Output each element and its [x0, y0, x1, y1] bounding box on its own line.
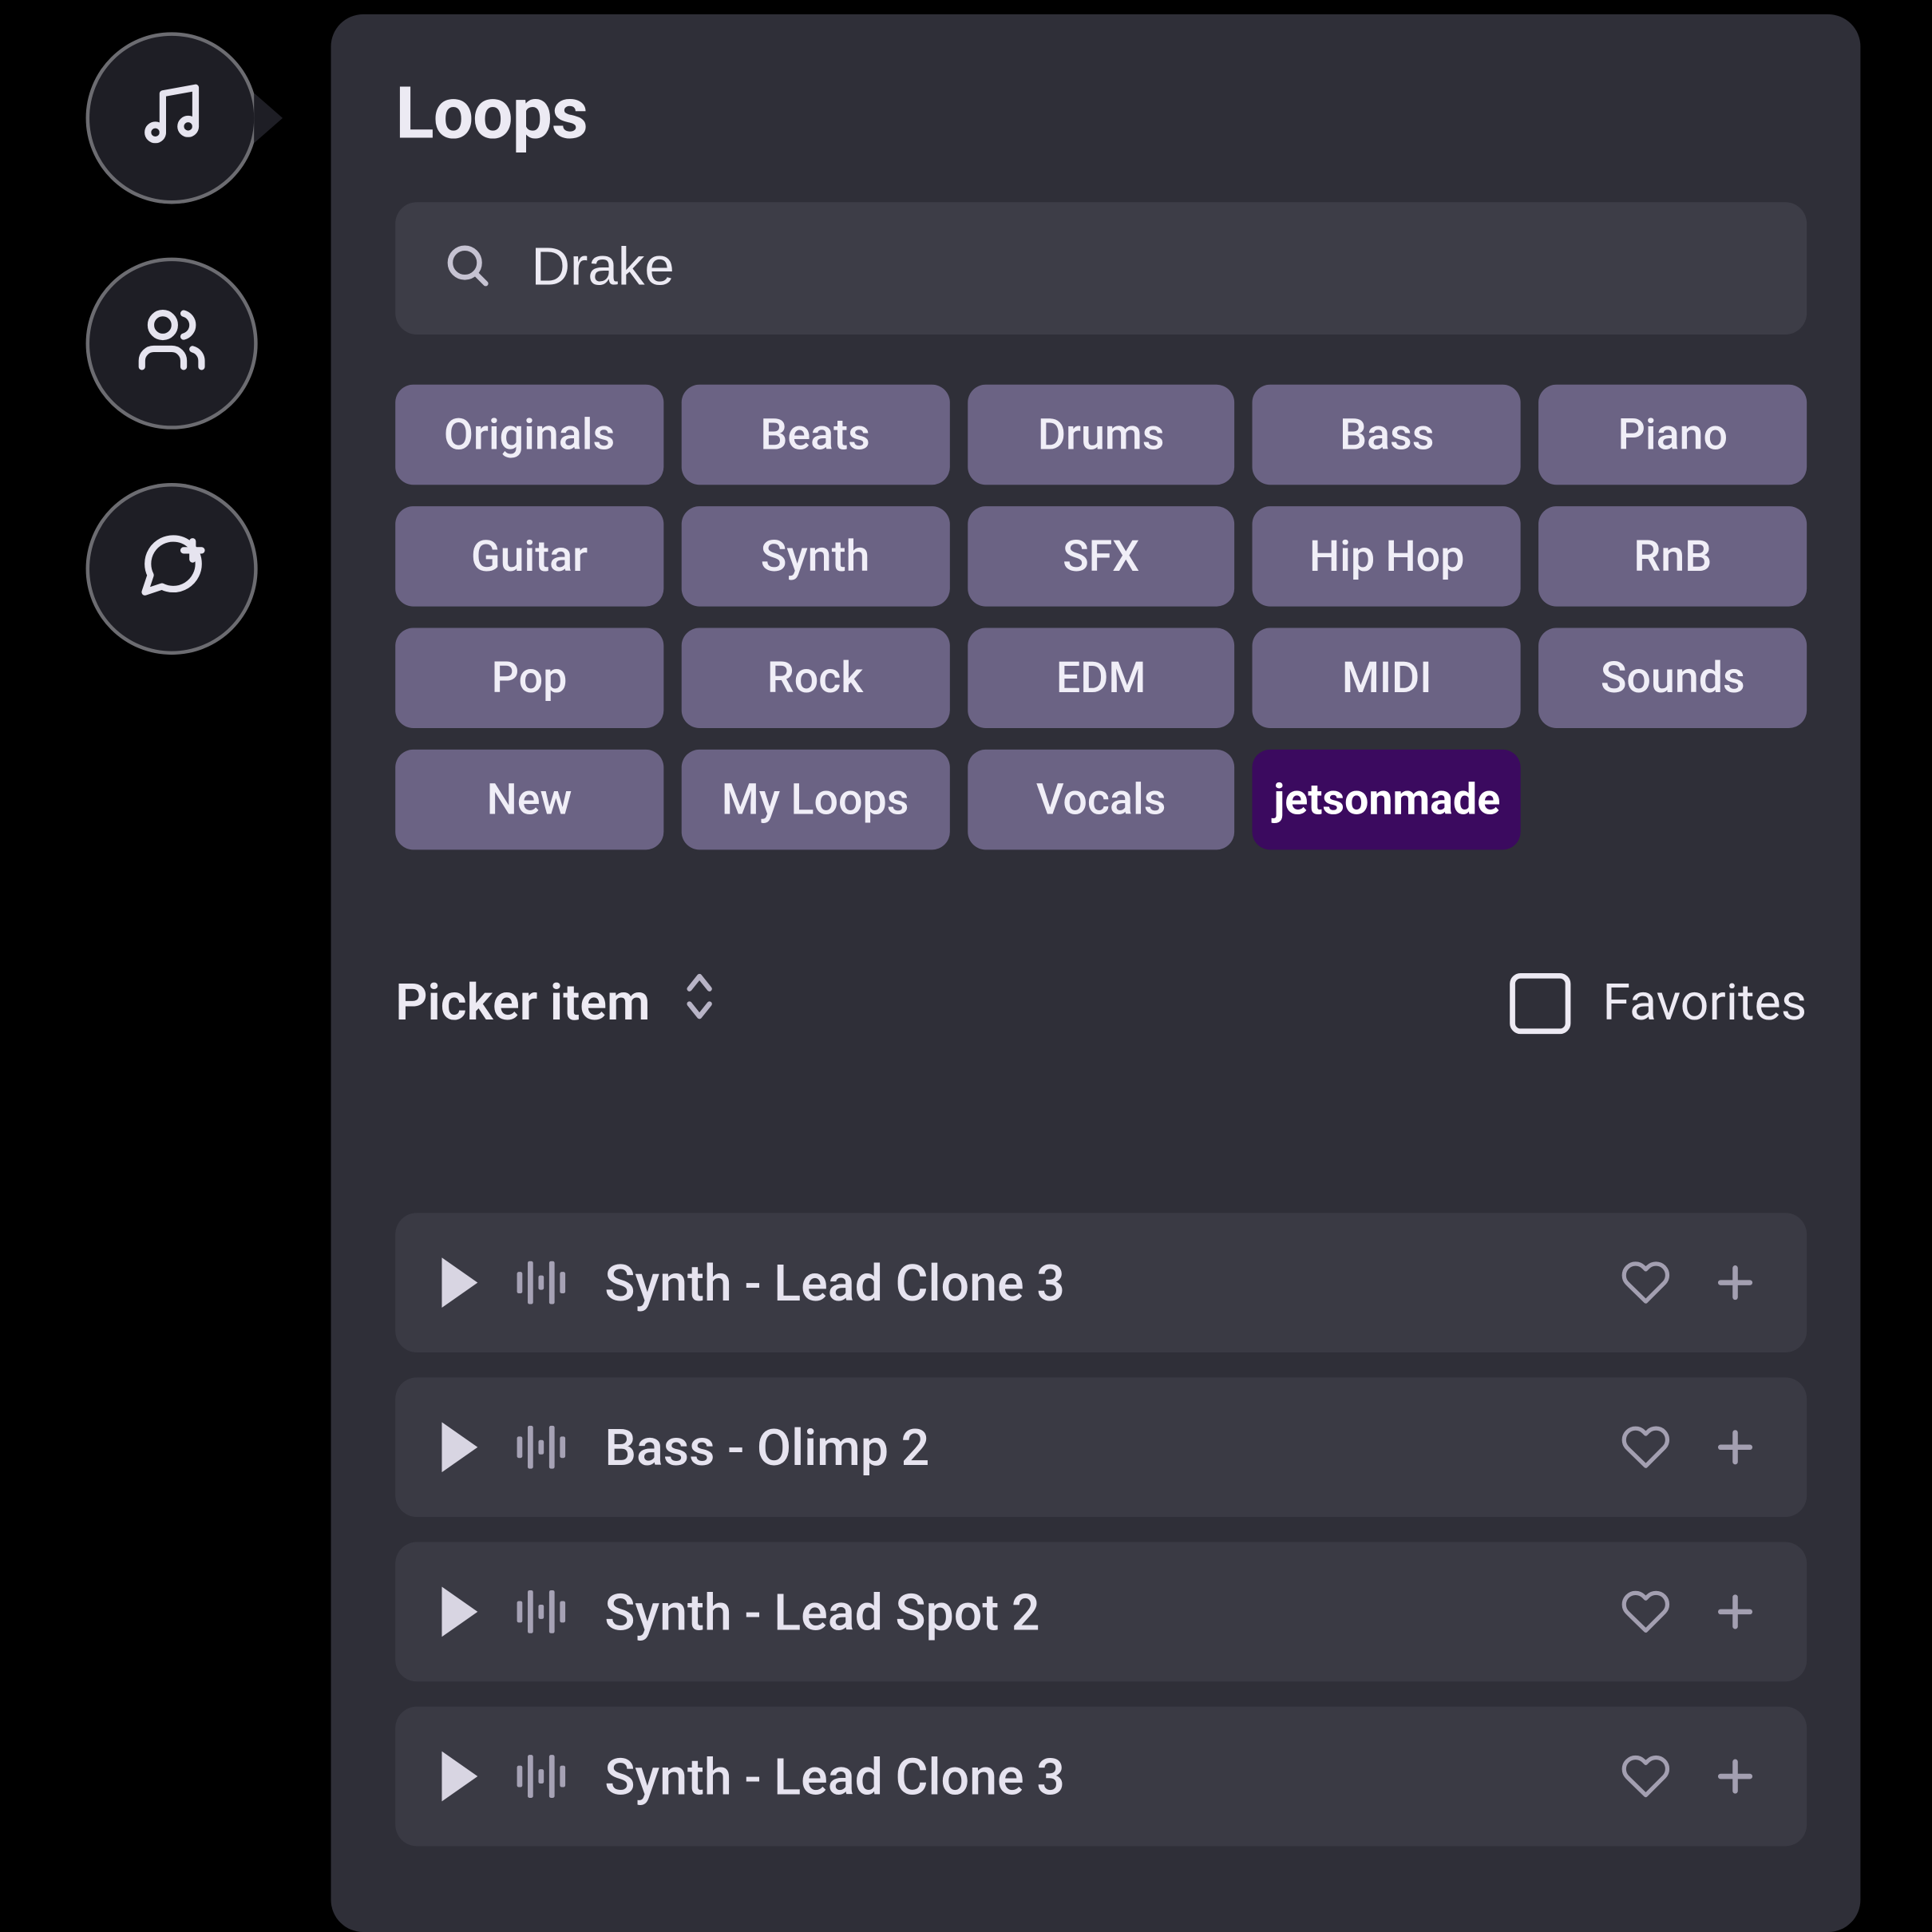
tag-label: SFX — [1063, 531, 1139, 581]
tag-label: Vocals — [1036, 774, 1166, 825]
favorites-checkbox[interactable]: Favorites — [1510, 972, 1807, 1033]
loops-panel: Loops Originals Beats Drums Bass Piano Guitar… — [331, 14, 1861, 1932]
tag-originals[interactable]: Originals — [395, 385, 663, 485]
tag-label: EDM — [1056, 653, 1146, 703]
track-row[interactable]: Synth - Lead Clone 3 — [395, 1707, 1807, 1847]
picker-label: Picker item — [395, 973, 650, 1032]
tag-new[interactable]: New — [395, 750, 663, 849]
people-icon — [136, 304, 208, 383]
tag-label: Guitar — [471, 531, 588, 581]
tag-rock[interactable]: Rock — [681, 628, 949, 727]
tag-label: MIDI — [1342, 653, 1432, 703]
tag-label: Bass — [1340, 410, 1434, 460]
sidebar-people-button[interactable] — [86, 258, 258, 430]
track-row[interactable]: Synth - Lead Spot 2 — [395, 1542, 1807, 1682]
tag-label: Synth — [761, 531, 870, 581]
tag-sfx[interactable]: SFX — [967, 506, 1235, 606]
track-row[interactable]: Bass - Olimp 2 — [395, 1377, 1807, 1517]
waveform-icon — [517, 1261, 566, 1304]
track-title: Synth - Lead Spot 2 — [604, 1582, 1581, 1641]
tag-label: Originals — [444, 410, 615, 460]
track-title: Synth - Lead Clone 3 — [604, 1747, 1581, 1806]
chevron-updown-icon — [683, 972, 715, 1034]
sidebar — [86, 32, 258, 655]
picker-row: Picker item Favorites — [395, 972, 1807, 1034]
music-note-icon — [136, 79, 208, 158]
heart-icon[interactable] — [1621, 1752, 1671, 1802]
waveform-icon — [517, 1426, 566, 1469]
search-icon — [441, 240, 492, 297]
plus-icon[interactable] — [1710, 1752, 1760, 1802]
favorites-label: Favorites — [1602, 973, 1807, 1032]
chat-add-icon — [136, 529, 208, 608]
tag-my-loops[interactable]: My Loops — [681, 750, 949, 849]
tag-label: My Loops — [722, 774, 909, 825]
tag-rnb[interactable]: RnB — [1538, 506, 1807, 606]
tag-piano[interactable]: Piano — [1538, 385, 1807, 485]
tag-label: Piano — [1618, 410, 1728, 460]
tag-beats[interactable]: Beats — [681, 385, 949, 485]
tag-edm[interactable]: EDM — [967, 628, 1235, 727]
track-list: Synth - Lead Clone 3 Bass - Olimp 2 Synth … — [395, 1213, 1807, 1846]
waveform-icon — [517, 1590, 566, 1633]
tag-label: Rock — [767, 653, 863, 703]
heart-icon[interactable] — [1621, 1422, 1671, 1472]
search-container[interactable] — [395, 202, 1807, 335]
tag-grid: Originals Beats Drums Bass Piano Guitar Synth S… — [395, 385, 1807, 850]
heart-icon[interactable] — [1621, 1257, 1671, 1308]
tag-label: Drums — [1038, 410, 1165, 460]
tag-label: New — [487, 774, 572, 825]
play-icon[interactable] — [441, 1752, 477, 1802]
tag-midi[interactable]: MIDI — [1253, 628, 1521, 727]
tag-label: jetsonmade — [1273, 774, 1500, 825]
play-icon[interactable] — [441, 1257, 477, 1308]
tag-hip-hop[interactable]: Hip Hop — [1253, 506, 1521, 606]
heart-icon[interactable] — [1621, 1587, 1671, 1637]
plus-icon[interactable] — [1710, 1257, 1760, 1308]
tag-label: Pop — [492, 653, 568, 703]
plus-icon[interactable] — [1710, 1422, 1760, 1472]
plus-icon[interactable] — [1710, 1587, 1760, 1637]
tag-label: Sounds — [1601, 653, 1745, 703]
tag-drums[interactable]: Drums — [967, 385, 1235, 485]
track-title: Bass - Olimp 2 — [604, 1418, 1581, 1477]
play-icon[interactable] — [441, 1587, 477, 1637]
tag-synth[interactable]: Synth — [681, 506, 949, 606]
tag-bass[interactable]: Bass — [1253, 385, 1521, 485]
search-input[interactable] — [531, 238, 1760, 299]
sort-picker[interactable]: Picker item — [395, 972, 715, 1034]
tag-guitar[interactable]: Guitar — [395, 506, 663, 606]
sidebar-loops-button[interactable] — [86, 32, 258, 204]
tag-label: Beats — [760, 410, 869, 460]
checkbox-icon — [1510, 972, 1570, 1033]
sidebar-chat-add-button[interactable] — [86, 483, 258, 655]
track-title: Synth - Lead Clone 3 — [604, 1253, 1581, 1312]
waveform-icon — [517, 1755, 566, 1798]
tag-jetsonmade[interactable]: jetsonmade — [1253, 750, 1521, 849]
track-row[interactable]: Synth - Lead Clone 3 — [395, 1213, 1807, 1352]
tag-pop[interactable]: Pop — [395, 628, 663, 727]
tag-sounds[interactable]: Sounds — [1538, 628, 1807, 727]
tag-label: Hip Hop — [1309, 531, 1464, 581]
play-icon[interactable] — [441, 1422, 477, 1472]
tag-vocals[interactable]: Vocals — [967, 750, 1235, 849]
tag-label: RnB — [1633, 531, 1712, 581]
panel-title: Loops — [395, 72, 1807, 156]
